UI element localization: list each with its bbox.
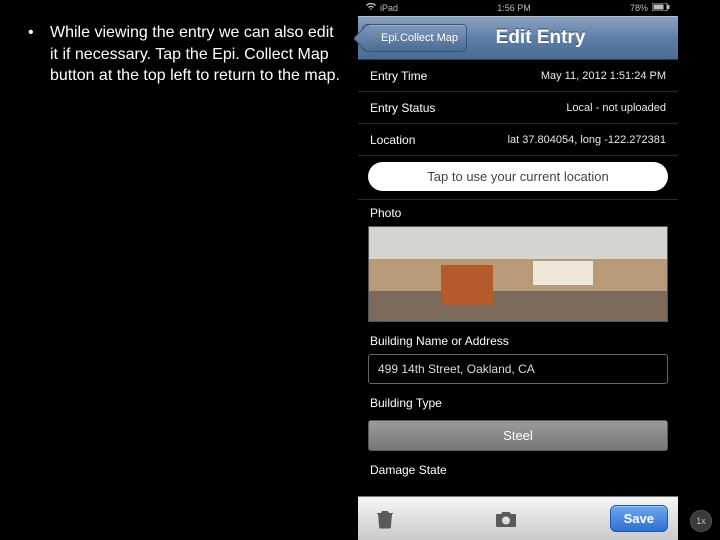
location-label: Location <box>370 133 415 147</box>
battery-icon <box>652 3 670 13</box>
bottom-toolbar: Save <box>358 496 678 540</box>
photo-thumbnail[interactable] <box>368 226 668 322</box>
back-button[interactable]: Epi.Collect Map <box>362 24 467 52</box>
instruction-list: While viewing the entry we can also edit… <box>22 22 342 87</box>
building-type-select[interactable]: Steel <box>368 420 668 451</box>
zoom-1x-badge[interactable]: 1x <box>690 510 712 532</box>
ios-status-bar: iPad 1:56 PM 78% <box>358 0 678 16</box>
back-button-label: Epi.Collect Map <box>381 32 458 44</box>
location-row: Location lat 37.804054, long -122.272381 <box>358 124 678 156</box>
save-button[interactable]: Save <box>610 505 668 532</box>
damage-state-label: Damage State <box>358 451 678 483</box>
photo-label: Photo <box>358 200 678 224</box>
nav-bar: Epi.Collect Map Edit Entry <box>358 16 678 60</box>
entry-status-row: Entry Status Local - not uploaded <box>358 92 678 124</box>
device-name: iPad <box>380 3 398 13</box>
trash-icon[interactable] <box>368 505 402 533</box>
clock: 1:56 PM <box>497 3 531 13</box>
device-screenshot: iPad 1:56 PM 78% Epi.Collect Map Edit En… <box>358 0 678 540</box>
instruction-bullet: While viewing the entry we can also edit… <box>22 22 342 87</box>
entry-time-value: May 11, 2012 1:51:24 PM <box>541 70 666 82</box>
entry-time-label: Entry Time <box>370 69 427 83</box>
entry-form: Entry Time May 11, 2012 1:51:24 PM Entry… <box>358 60 678 496</box>
location-value: lat 37.804054, long -122.272381 <box>508 134 666 146</box>
battery-percent: 78% <box>630 3 648 13</box>
building-type-label: Building Type <box>358 384 678 416</box>
building-name-label: Building Name or Address <box>358 322 678 354</box>
entry-status-value: Local - not uploaded <box>566 102 666 114</box>
entry-time-row: Entry Time May 11, 2012 1:51:24 PM <box>358 60 678 92</box>
entry-status-label: Entry Status <box>370 101 435 115</box>
wifi-icon <box>366 3 376 13</box>
page-title: Edit Entry <box>467 27 614 49</box>
camera-icon[interactable] <box>489 505 523 533</box>
use-current-location-button[interactable]: Tap to use your current location <box>368 162 668 191</box>
building-name-input[interactable]: 499 14th Street, Oakland, CA <box>368 354 668 384</box>
